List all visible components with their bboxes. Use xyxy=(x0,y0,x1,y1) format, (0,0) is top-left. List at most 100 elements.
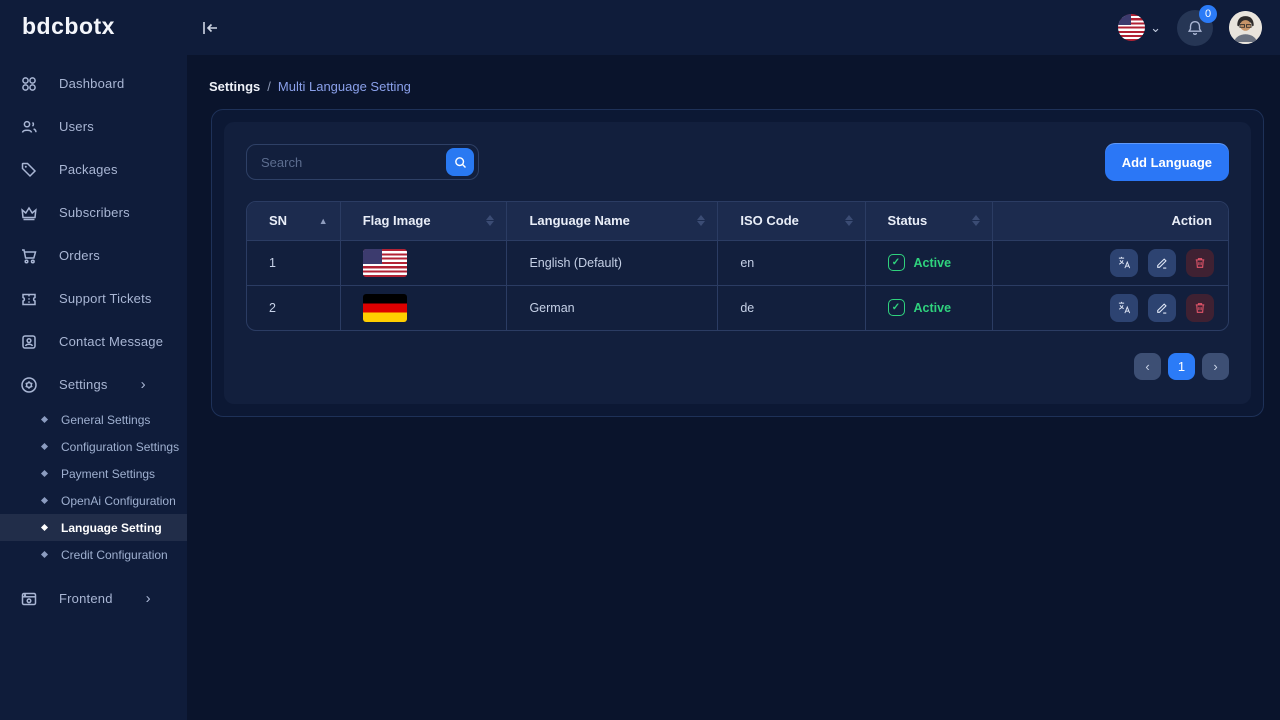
column-header-iso-code[interactable]: ISO Code xyxy=(717,202,866,240)
diamond-bullet-icon xyxy=(40,523,49,532)
sort-icon xyxy=(844,215,853,227)
cell-flag xyxy=(340,284,508,330)
add-language-button[interactable]: Add Language xyxy=(1104,143,1229,181)
check-icon: ✓ xyxy=(887,254,905,271)
sidebar-nav: Dashboard Users Packages Subscribers Ord… xyxy=(0,62,187,620)
table-header-row: SN ▲ Flag Image Language Name ISO Code S… xyxy=(247,202,1228,240)
cell-status: ✓ Active xyxy=(865,239,994,285)
tag-icon xyxy=(20,161,38,179)
table-row: 1 English (Default) en ✓ Active xyxy=(247,239,1228,285)
search-button[interactable] xyxy=(446,148,474,176)
dashboard-icon xyxy=(20,75,38,93)
column-header-label: Action xyxy=(1171,213,1212,229)
next-page-button[interactable]: › xyxy=(1202,353,1229,380)
chevron-right-icon: › xyxy=(1213,359,1218,374)
sort-ascending-icon: ▲ xyxy=(318,215,328,226)
delete-button[interactable] xyxy=(1186,248,1214,277)
submenu-item-configuration-settings[interactable]: Configuration Settings xyxy=(0,433,187,460)
submenu-item-label: Credit Configuration xyxy=(61,547,168,562)
edit-button[interactable] xyxy=(1148,248,1176,277)
us-flag-icon xyxy=(1118,14,1146,41)
diamond-bullet-icon xyxy=(40,469,49,478)
status-label: Active xyxy=(913,300,952,315)
check-icon: ✓ xyxy=(887,299,905,317)
chevron-right-icon: › xyxy=(140,376,146,393)
language-selector[interactable]: ⌄ xyxy=(1118,14,1161,41)
submenu-item-credit-configuration[interactable]: Credit Configuration xyxy=(0,541,187,568)
pagination: ‹ 1 › xyxy=(246,353,1229,380)
submenu-item-openai-configuration[interactable]: OpenAi Configuration xyxy=(0,487,187,514)
submenu-item-label: Configuration Settings xyxy=(61,439,180,454)
language-table-card: Add Language SN ▲ Flag Image xyxy=(224,122,1251,404)
diamond-bullet-icon xyxy=(40,415,49,424)
user-avatar[interactable] xyxy=(1229,11,1262,44)
app-logo: bdcbotx xyxy=(22,13,115,39)
sidebar-item-label: Orders xyxy=(59,248,100,263)
submenu-item-label: OpenAi Configuration xyxy=(61,493,176,508)
sidebar-item-label: Subscribers xyxy=(59,205,130,220)
column-header-label: Language Name xyxy=(529,213,630,229)
status-badge: ✓ Active xyxy=(887,254,993,271)
submenu-item-payment-settings[interactable]: Payment Settings xyxy=(0,460,187,487)
crown-icon xyxy=(20,204,38,222)
column-header-label: ISO Code xyxy=(740,213,799,229)
notifications-button[interactable]: 0 xyxy=(1177,4,1217,46)
status-badge: ✓ Active xyxy=(887,299,993,317)
translate-button[interactable] xyxy=(1110,293,1138,322)
breadcrumb: Settings / Multi Language Setting xyxy=(209,79,1280,94)
browser-icon xyxy=(20,590,38,608)
sidebar-collapse-button[interactable] xyxy=(197,15,223,41)
sidebar-item-label: Settings xyxy=(59,377,108,392)
ticket-icon xyxy=(20,290,38,308)
submenu-item-language-setting[interactable]: Language Setting xyxy=(0,514,187,541)
cell-status: ✓ Active xyxy=(865,284,994,330)
contact-card-icon xyxy=(20,333,38,351)
breadcrumb-separator: / xyxy=(267,79,271,94)
sidebar-item-contact-message[interactable]: Contact Message xyxy=(0,320,187,363)
cell-action xyxy=(992,284,1228,330)
column-header-sn[interactable]: SN ▲ xyxy=(247,202,341,240)
sidebar-item-support-tickets[interactable]: Support Tickets xyxy=(0,277,187,320)
previous-page-button[interactable]: ‹ xyxy=(1134,353,1161,380)
search-box xyxy=(246,144,479,180)
status-label: Active xyxy=(913,255,952,270)
delete-button[interactable] xyxy=(1186,293,1214,322)
column-header-flag-image[interactable]: Flag Image xyxy=(340,202,508,240)
breadcrumb-parent[interactable]: Settings xyxy=(209,79,260,94)
sidebar-item-orders[interactable]: Orders xyxy=(0,234,187,277)
sidebar-item-dashboard[interactable]: Dashboard xyxy=(0,62,187,105)
column-header-status[interactable]: Status xyxy=(865,202,994,240)
cell-sn: 2 xyxy=(247,284,341,330)
cell-iso: en xyxy=(717,239,866,285)
submenu-item-label: Language Setting xyxy=(61,520,162,535)
sidebar-item-packages[interactable]: Packages xyxy=(0,148,187,191)
sort-icon xyxy=(972,215,981,227)
submenu-item-label: Payment Settings xyxy=(61,466,156,481)
translate-button[interactable] xyxy=(1110,248,1138,277)
search-icon xyxy=(453,155,468,170)
submenu-item-general-settings[interactable]: General Settings xyxy=(0,406,187,433)
topbar: ⌄ 0 xyxy=(187,0,1280,55)
page-1-button[interactable]: 1 xyxy=(1168,353,1195,380)
column-header-label: Flag Image xyxy=(362,213,431,229)
notification-count-badge: 0 xyxy=(1199,4,1217,23)
sidebar-item-frontend[interactable]: Frontend › xyxy=(0,577,187,620)
row-actions xyxy=(1015,293,1228,322)
chevron-down-icon: ⌄ xyxy=(1150,19,1161,35)
sidebar-item-subscribers[interactable]: Subscribers xyxy=(0,191,187,234)
sidebar-item-users[interactable]: Users xyxy=(0,105,187,148)
sidebar-item-settings[interactable]: Settings › xyxy=(0,363,187,406)
cell-sn: 1 xyxy=(247,239,341,285)
sidebar-item-label: Packages xyxy=(59,162,118,177)
column-header-language-name[interactable]: Language Name xyxy=(506,202,719,240)
search-input[interactable] xyxy=(261,154,446,170)
column-header-label: SN xyxy=(269,213,288,229)
edit-button[interactable] xyxy=(1148,293,1176,322)
sidebar-item-label: Dashboard xyxy=(59,76,125,91)
cell-language: German xyxy=(506,284,719,330)
language-table: SN ▲ Flag Image Language Name ISO Code S… xyxy=(246,201,1229,331)
chevron-right-icon: › xyxy=(145,590,151,607)
gear-icon xyxy=(20,376,38,394)
card-toolbar: Add Language xyxy=(246,143,1229,181)
column-header-action: Action xyxy=(992,202,1228,240)
